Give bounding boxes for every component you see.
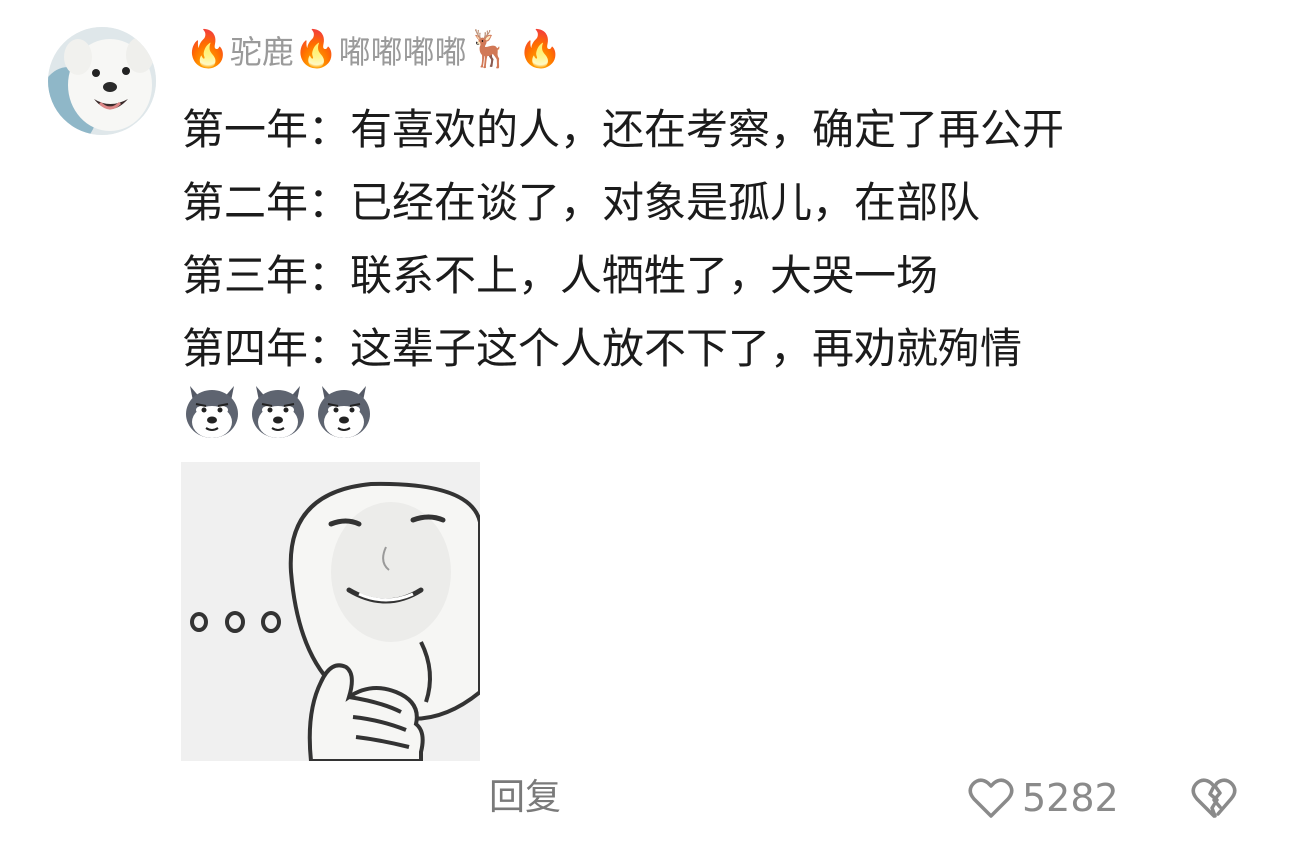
- doge-sticker-icon: [318, 386, 370, 438]
- comment-line: 第三年：联系不上，人牺牲了，大哭一场: [182, 251, 939, 300]
- thinking-meme-face-image: [181, 462, 480, 761]
- like-count: 5282: [1022, 776, 1119, 820]
- broken-heart-icon: [1191, 778, 1237, 818]
- doge-sticker-icon: [186, 386, 238, 438]
- white-dog-avatar-image: [48, 27, 156, 135]
- doge-sticker-icon: [252, 386, 304, 438]
- heart-outline-icon: [968, 778, 1014, 818]
- fire-icon: 🔥: [293, 29, 339, 70]
- emoji-stickers: [184, 382, 372, 440]
- fire-icon: 🔥: [185, 29, 230, 70]
- dislike-button[interactable]: [1189, 772, 1239, 824]
- username-part2: 嘟嘟嘟嘟: [338, 33, 467, 71]
- comment-text: 第一年：有喜欢的人，还在考察，确定了再公开 第二年：已经在谈了，对象是孤儿，在部…: [182, 93, 1064, 385]
- username-part1: 驼鹿: [229, 33, 294, 71]
- fire-icon: 🔥: [517, 29, 563, 70]
- reply-button[interactable]: 回复: [489, 772, 561, 824]
- comment-line: 第一年：有喜欢的人，还在考察，确定了再公开: [182, 105, 1065, 154]
- like-button[interactable]: 5282: [968, 772, 1119, 824]
- avatar[interactable]: [48, 27, 156, 135]
- comment-line: 第二年：已经在谈了，对象是孤儿，在部队: [182, 178, 981, 227]
- comment-line: 第四年：这辈子这个人放不下了，再劝就殉情: [182, 324, 1023, 373]
- comment-image[interactable]: [181, 462, 480, 761]
- deer-icon: 🦌: [466, 29, 512, 70]
- username[interactable]: 🔥 驼鹿 🔥 嘟嘟嘟嘟 🦌 🔥: [185, 24, 562, 76]
